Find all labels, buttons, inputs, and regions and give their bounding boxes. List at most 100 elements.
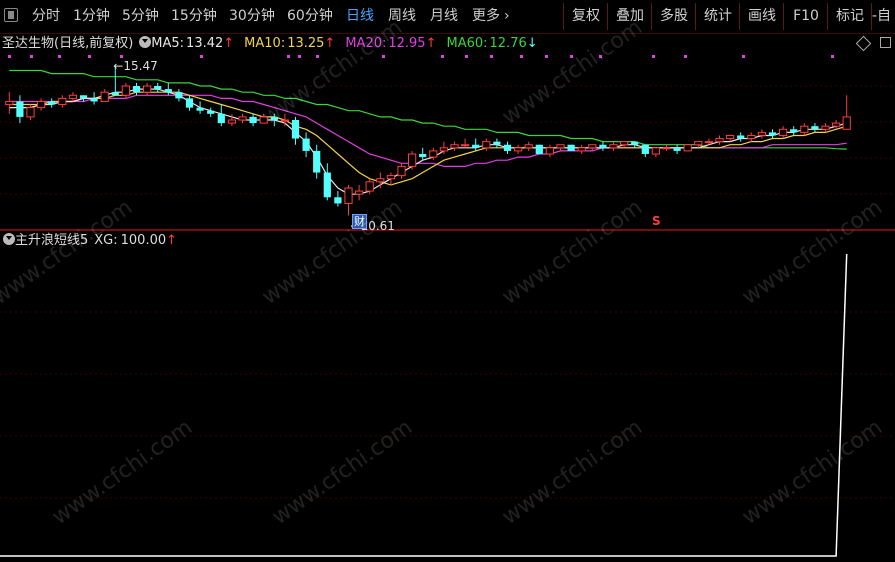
candle: [175, 89, 183, 102]
candle-body: [164, 89, 172, 93]
candle: [450, 141, 459, 151]
candle: [609, 141, 618, 151]
candle-body: [302, 138, 310, 151]
candle-body: [132, 86, 141, 93]
candle-body: [619, 141, 629, 146]
candle: [503, 141, 512, 154]
candle: [472, 138, 480, 151]
candle-body: [821, 125, 830, 130]
candle: [344, 184, 353, 216]
signal-dot: [652, 55, 655, 58]
candle-body: [545, 147, 555, 155]
candle: [185, 95, 194, 111]
candle-body: [323, 172, 331, 198]
candle-body: [100, 91, 109, 102]
candle-body: [683, 144, 692, 152]
candle: [313, 144, 321, 179]
candle-body: [472, 144, 480, 148]
candle: [302, 132, 310, 158]
signal-dot: [742, 55, 745, 58]
candle-body: [5, 100, 14, 106]
candle-body: [79, 95, 88, 99]
candle: [217, 104, 225, 127]
candle-body: [694, 141, 703, 146]
candle-body: [673, 147, 681, 151]
candle-body: [493, 141, 501, 145]
candle-body: [737, 135, 745, 139]
candle-body: [365, 181, 374, 192]
candle-body: [26, 107, 35, 118]
candle-body: [715, 138, 724, 143]
candle: [16, 95, 24, 124]
candle-body: [334, 197, 342, 204]
candle-body: [175, 92, 183, 99]
candle: [757, 129, 767, 139]
candle-body: [588, 144, 597, 149]
candle-body: [111, 92, 119, 96]
candle: [334, 191, 342, 207]
ma60-line: [9, 69, 847, 150]
candle: [790, 126, 798, 136]
candle: [535, 144, 543, 154]
candle-body: [16, 101, 24, 117]
candle: [121, 82, 131, 99]
candle-body: [503, 144, 512, 151]
ma20-line: [9, 94, 847, 167]
candle-body: [429, 150, 438, 158]
candle: [68, 92, 78, 102]
indicator-plot: [0, 253, 848, 557]
candle: [842, 95, 851, 130]
candle-body: [386, 175, 396, 180]
high-price-label: ←15.47: [113, 59, 157, 73]
candle-body: [36, 100, 46, 109]
candle: [577, 144, 586, 154]
candle-body: [524, 144, 533, 149]
signal-dot: [8, 55, 11, 58]
candle-body: [631, 141, 639, 145]
candle: [567, 144, 575, 151]
candle-body: [419, 154, 427, 158]
candle-body: [768, 132, 777, 136]
candle-body: [831, 122, 841, 127]
candle: [651, 147, 661, 158]
candle-body: [567, 144, 575, 151]
candle-body: [651, 147, 661, 155]
candle-body: [535, 144, 543, 154]
candle: [715, 135, 724, 145]
candle: [196, 101, 204, 114]
candle: [599, 141, 607, 151]
candle: [207, 107, 215, 117]
signal-dot: [200, 55, 203, 58]
candle-body: [397, 165, 406, 177]
candle: [460, 138, 470, 148]
candle: [407, 150, 417, 170]
candle-body: [344, 187, 353, 204]
candle-body: [68, 94, 78, 99]
signal-dot: [520, 55, 523, 58]
candle-body: [142, 85, 152, 93]
signal-dot: [382, 55, 385, 58]
candle-body: [842, 116, 851, 130]
candle-body: [217, 113, 225, 124]
candle-body: [513, 147, 523, 152]
candle: [48, 98, 56, 108]
candle-body: [556, 144, 565, 149]
candle: [821, 123, 830, 133]
candle: [493, 138, 501, 148]
signal-dot: [831, 55, 834, 58]
candle: [354, 184, 364, 201]
candle: [811, 123, 819, 133]
candle: [778, 126, 788, 139]
candle-body: [704, 141, 714, 144]
candle-body: [439, 147, 449, 152]
signal-dot: [441, 55, 444, 58]
candle: [641, 144, 649, 158]
signal-dot: [30, 55, 33, 58]
candle-body: [800, 125, 809, 133]
candle-body: [662, 147, 671, 150]
candle: [545, 144, 555, 158]
candle-body: [196, 107, 204, 111]
candle-body: [354, 190, 364, 195]
candle-body: [577, 147, 586, 152]
candle: [737, 132, 745, 142]
